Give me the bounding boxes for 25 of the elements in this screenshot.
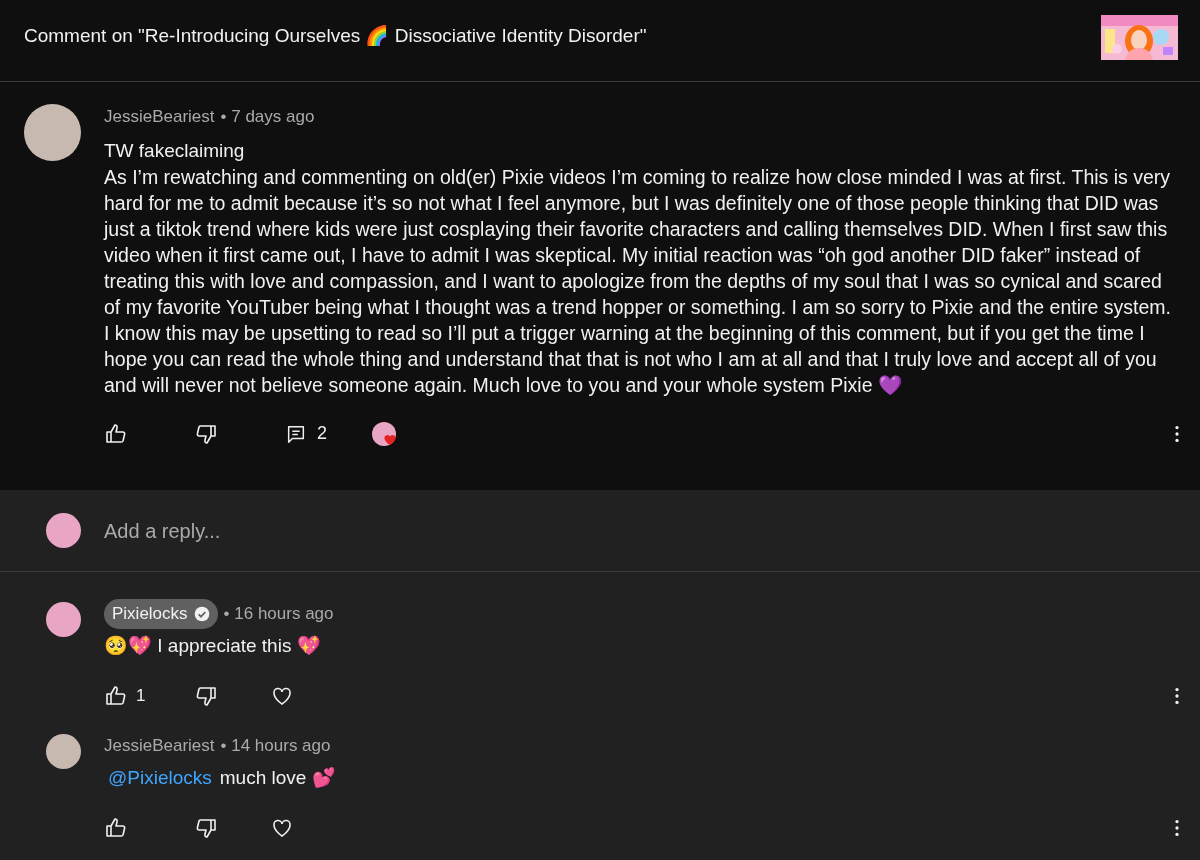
- like-icon[interactable]: [104, 421, 128, 446]
- reply-count: 2: [317, 422, 327, 445]
- mention-link[interactable]: @Pixielocks: [108, 764, 212, 792]
- author-name[interactable]: Pixielocks: [104, 599, 218, 629]
- like-icon[interactable]: [104, 684, 128, 708]
- author-name[interactable]: JessieBeariest: [104, 733, 215, 759]
- avatar[interactable]: [46, 513, 81, 548]
- comment-title: Comment on "Re-Introducing Ourselves 🌈 Dissociative Identity Disorder": [24, 24, 647, 49]
- dislike-icon[interactable]: [194, 816, 218, 840]
- comment-heading: TW fakeclaiming: [104, 138, 246, 163]
- like-icon[interactable]: [104, 816, 128, 840]
- reply-text: much love 💕: [219, 766, 336, 790]
- dislike-icon[interactable]: [194, 684, 218, 708]
- author-name[interactable]: JessieBeariest: [104, 104, 215, 130]
- like-count: 1: [136, 685, 146, 708]
- verified-check-icon: [193, 606, 210, 622]
- avatar[interactable]: [46, 734, 81, 769]
- reply-text: 🥺💖 I appreciate this 💖: [104, 634, 321, 658]
- comment-time: • 7 days ago: [220, 106, 315, 128]
- comment-text: As I’m rewatching and commenting on old(er) Pixie videos I’m coming to realize how close minded I was at first. This is very hard for me to admit because it’s so not what I feel anymore, but I was definitely one of those people thinking that DID was just a tiktok trend where kids were just cosplaying their favorite characters and calling themselves DID. When I first saw this video when it first came out, I have to admit I was skeptical. My initial reaction was “oh god another DID faker” instead of treating this with love and compassion, and I want to apologize from the depths of my soul that I was so cynical and scared of my favorite YouTuber being what I thought was a trend hopper or something. I am so sorry to Pixie and the entire system. I know this may be upsetting to read so I’ll put a trigger warning at the beginning of this comment, but if you get the time I hope you can read the whole thing and understand that that is not who I am at all and that I truly love and accept all of you and will never not believe someone again. Much love to you and your whole system Pixie 💜: [104, 164, 1172, 398]
- reply-input[interactable]: Add a reply...: [104, 515, 1004, 546]
- avatar[interactable]: [24, 104, 81, 161]
- avatar[interactable]: [46, 602, 81, 637]
- comment-time: • 16 hours ago: [223, 603, 334, 626]
- comment-time: • 14 hours ago: [220, 735, 331, 758]
